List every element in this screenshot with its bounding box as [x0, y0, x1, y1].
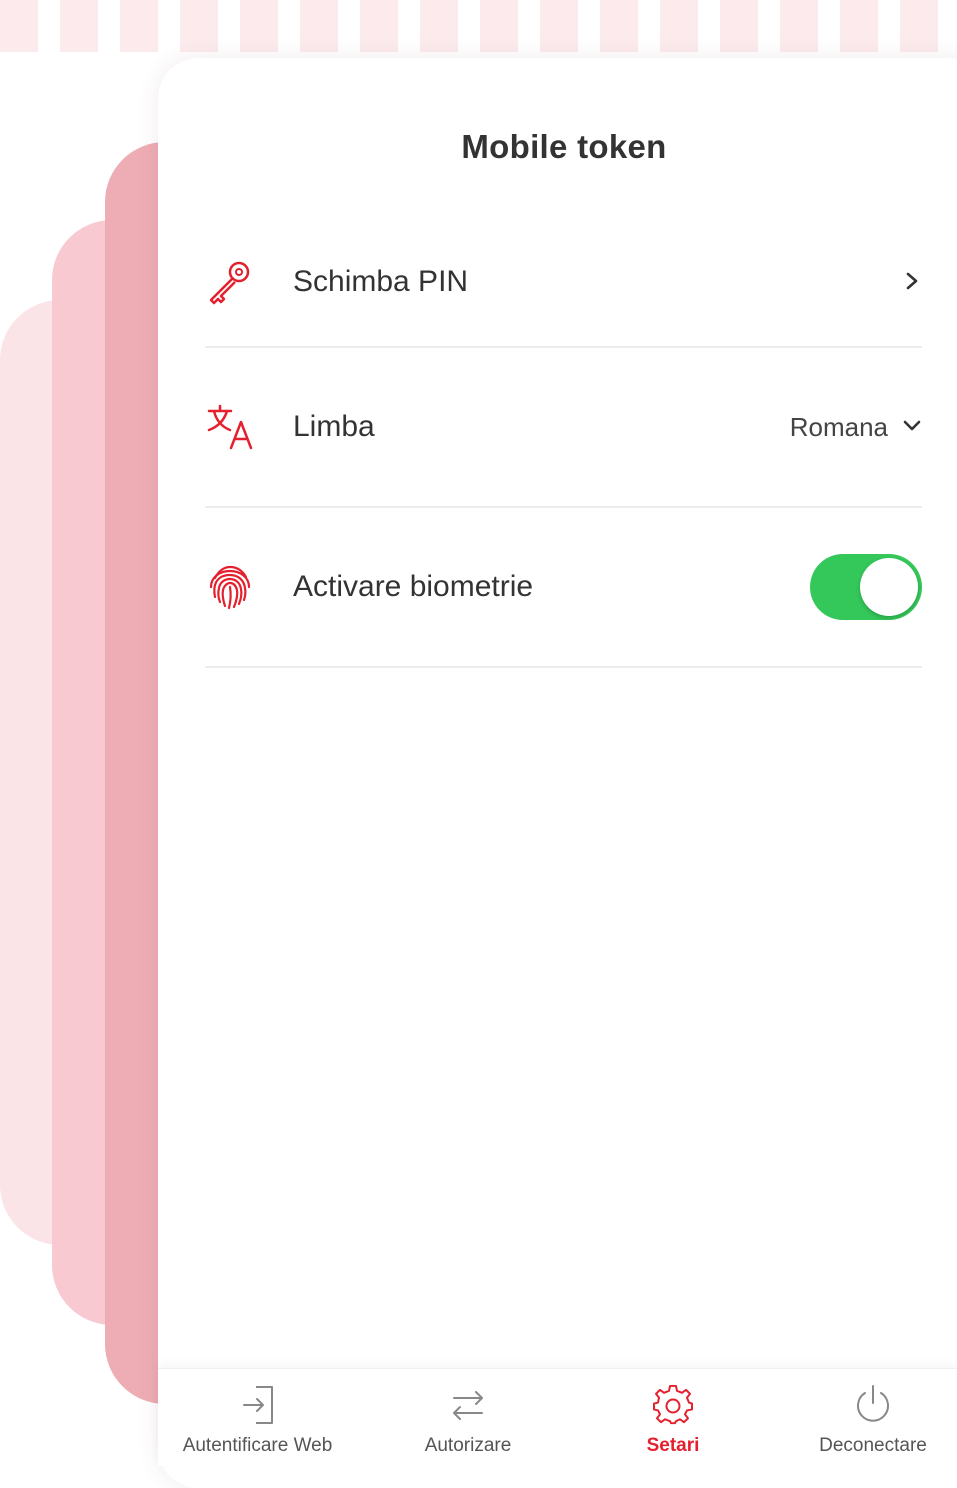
- biometrics-row: Activare biometrie: [205, 508, 922, 668]
- nav-settings-label: Setari: [646, 1435, 700, 1456]
- change-pin-action: [902, 267, 922, 298]
- language-row: Limba Romana: [205, 348, 922, 508]
- nav-web-login-label: Autentificare Web: [182, 1435, 333, 1456]
- page-title: Mobile token: [461, 128, 667, 165]
- toggle-knob: [860, 558, 918, 616]
- nav-authorization-label: Autorizare: [424, 1435, 512, 1456]
- key-icon: [205, 254, 261, 310]
- nav-logout-label: Deconectare: [819, 1435, 927, 1456]
- chevron-right-icon: [902, 267, 922, 298]
- fingerprint-icon: [205, 559, 261, 615]
- swap-arrows-icon: [446, 1383, 490, 1427]
- login-icon: [236, 1383, 280, 1427]
- language-select[interactable]: Romana: [790, 412, 922, 443]
- nav-logout[interactable]: Deconectare: [798, 1369, 948, 1466]
- power-icon: [851, 1383, 895, 1427]
- biometrics-toggle-wrap: [810, 554, 922, 620]
- language-label: Limba: [293, 410, 375, 443]
- change-pin-row[interactable]: Schimba PIN: [205, 218, 922, 348]
- chevron-down-icon: [902, 412, 922, 443]
- settings-card: Mobile token Schimba PIN Limba Romana Ac…: [158, 58, 957, 1488]
- nav-settings[interactable]: Setari: [598, 1369, 748, 1466]
- language-value: Romana: [789, 411, 888, 442]
- nav-authorization[interactable]: Autorizare: [388, 1369, 548, 1466]
- change-pin-label: Schimba PIN: [293, 265, 469, 298]
- nav-web-login[interactable]: Autentificare Web: [170, 1369, 345, 1466]
- translate-icon: [205, 399, 261, 455]
- bottom-navigation: Autentificare Web Autorizare Setari Deco…: [158, 1368, 957, 1466]
- biometrics-toggle[interactable]: [810, 554, 922, 620]
- biometrics-label: Activare biometrie: [293, 570, 534, 603]
- decorative-stripes: [0, 0, 957, 52]
- gear-icon: [651, 1383, 695, 1427]
